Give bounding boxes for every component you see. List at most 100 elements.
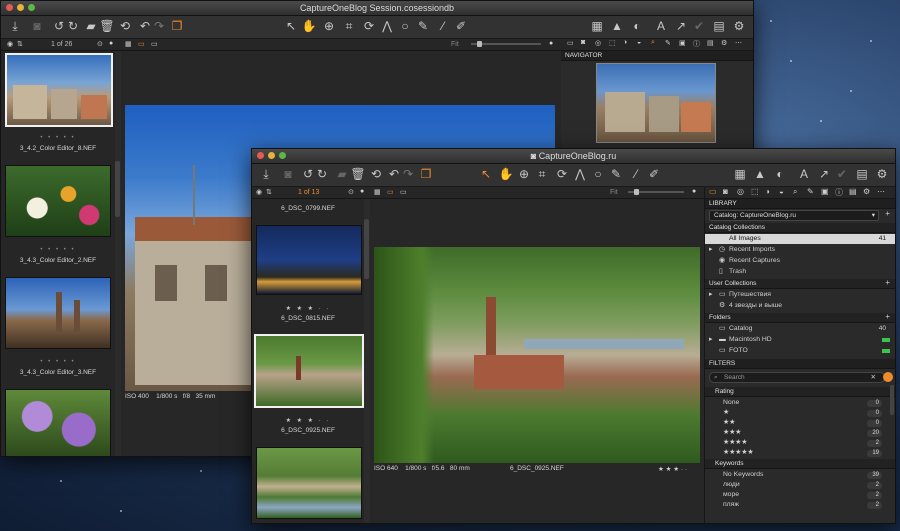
thumbnail-image[interactable]	[254, 334, 364, 408]
brush-icon[interactable]: ✎	[415, 18, 431, 34]
composition-tab-icon[interactable]: ⬚	[609, 39, 616, 47]
filmstrip-view-icon[interactable]: ▭	[387, 188, 394, 196]
exposure-warning-icon[interactable]: ▲	[752, 166, 768, 182]
eye-icon[interactable]: ◉	[7, 40, 13, 48]
metadata-tab-icon[interactable]: ⓘ	[835, 187, 843, 198]
keyword-filter-row[interactable]: люди 2	[705, 480, 895, 490]
loupe-icon[interactable]: ⊕	[516, 166, 532, 182]
loupe-icon[interactable]: ⊕	[321, 18, 337, 34]
output-tab-icon[interactable]: ▤	[707, 39, 714, 47]
rating-filter-header[interactable]: Rating	[705, 387, 895, 397]
import-icon[interactable]: ⤓	[7, 18, 23, 34]
library-header[interactable]: LIBRARY	[705, 199, 895, 209]
variants-icon[interactable]: ❐	[418, 166, 434, 182]
eyedropper-icon[interactable]: ✐	[646, 166, 662, 182]
reset-icon[interactable]: ⟲	[117, 18, 133, 34]
picker-icon[interactable]: ⁄	[628, 166, 644, 182]
rotate-tool-icon[interactable]: ⟳	[554, 166, 570, 182]
settings-icon[interactable]: ⚙	[731, 18, 747, 34]
thumbnail-image[interactable]	[256, 447, 362, 519]
share-icon[interactable]: ↗	[673, 18, 689, 34]
search-icon[interactable]: ⊙	[97, 40, 103, 48]
thumbnail-image[interactable]	[5, 165, 111, 237]
more-tab-icon[interactable]: ⋯	[735, 39, 742, 47]
user-icon[interactable]: ●	[109, 40, 113, 47]
crop-icon[interactable]: ⌗	[534, 166, 550, 182]
grid-view-icon[interactable]: ▦	[125, 40, 132, 48]
list-view-icon[interactable]: ▭	[400, 188, 407, 196]
picker-icon[interactable]: ⁄	[435, 18, 451, 34]
add-icon[interactable]: +	[885, 209, 890, 218]
spot-icon[interactable]: ○	[590, 166, 606, 182]
select-tool-icon[interactable]: ↖	[478, 166, 494, 182]
rating-filter-row[interactable]: ★ 0	[705, 408, 895, 418]
rating-filter-row[interactable]: ★★★★★ 19	[705, 448, 895, 458]
user-icon-right[interactable]: ●	[549, 40, 553, 47]
viewer-image[interactable]	[374, 247, 700, 463]
brush-icon[interactable]: ✎	[608, 166, 624, 182]
composition-tab-icon[interactable]: ⬚	[751, 187, 759, 196]
redo-icon[interactable]: ↷	[151, 18, 167, 34]
batch-tab-icon[interactable]: ⚙	[863, 187, 870, 196]
zoom-button[interactable]	[279, 152, 286, 159]
variants-icon[interactable]: ❐	[169, 18, 185, 34]
adjust-tab-icon[interactable]: ✎	[807, 187, 814, 196]
collection-item[interactable]: ◉ Recent Captures	[705, 256, 895, 266]
exposure-warning-icon[interactable]: ▲	[609, 18, 625, 34]
search-tab-icon[interactable]: ⌕	[793, 187, 797, 197]
text-icon[interactable]: A	[796, 166, 812, 182]
metadata-tab-icon[interactable]: ⓘ	[693, 39, 700, 49]
camera-icon[interactable]: ◙	[280, 166, 296, 182]
user-collection-item[interactable]: ⚙ 4 звезды и выше	[705, 301, 895, 311]
thumbnail-scrollbar[interactable]	[364, 219, 369, 279]
add-icon[interactable]: +	[885, 278, 890, 287]
grid-icon[interactable]: ▦	[732, 166, 748, 182]
pan-tool-icon[interactable]: ✋	[301, 18, 317, 34]
library-tab-icon[interactable]: ▭	[709, 187, 717, 196]
collection-item[interactable]: ▸ ◷ Recent Imports	[705, 245, 895, 255]
rating-filter-row[interactable]: None 0	[705, 398, 895, 408]
rating-filter-row[interactable]: ★★★★ 2	[705, 438, 895, 448]
adjust-tab-icon[interactable]: ✎	[665, 39, 671, 47]
thumbnail-image[interactable]	[256, 225, 362, 295]
zoom-button[interactable]	[28, 4, 35, 11]
disclosure-icon[interactable]: ▸	[709, 290, 712, 300]
clear-search-icon[interactable]: ✕	[871, 373, 876, 382]
more-tab-icon[interactable]: ⋯	[877, 187, 885, 196]
proof-icon[interactable]: ◐	[629, 18, 645, 34]
minimize-button[interactable]	[268, 152, 275, 159]
capture-tab-icon[interactable]: ◙	[723, 187, 728, 196]
print-icon[interactable]: ▤	[854, 166, 870, 182]
exposure-tab-icon[interactable]: ◒	[779, 187, 784, 196]
eyedropper-icon[interactable]: ✐	[453, 18, 469, 34]
list-view-icon[interactable]: ▭	[151, 40, 158, 48]
keystone-icon[interactable]: ⋀	[572, 166, 588, 182]
rating-dots[interactable]: • • • • •	[1, 135, 115, 141]
user-icon-right[interactable]: ●	[692, 188, 696, 195]
settings-icon[interactable]: ⚙	[874, 166, 890, 182]
reset-icon[interactable]: ⟲	[368, 166, 384, 182]
zoom-slider[interactable]	[471, 41, 541, 47]
rating-filter-row[interactable]: ★★★ 20	[705, 428, 895, 438]
share-icon[interactable]: ↗	[816, 166, 832, 182]
folder-icon[interactable]: ▰	[83, 18, 99, 34]
process-icon[interactable]: ✔	[834, 166, 850, 182]
grid-view-icon[interactable]: ▦	[374, 188, 381, 196]
collections-header[interactable]: Catalog Collections	[705, 223, 895, 233]
minimize-button[interactable]	[17, 4, 24, 11]
color-tab-icon[interactable]: ◑	[623, 39, 627, 46]
folders-header[interactable]: Folders	[705, 313, 895, 323]
rating-filter-row[interactable]: ★★ 0	[705, 418, 895, 428]
camera-icon[interactable]: ◙	[29, 18, 45, 34]
text-icon[interactable]: A	[653, 18, 669, 34]
filters-header[interactable]: FILTERS	[705, 359, 895, 369]
collection-item[interactable]: ▯ Trash	[705, 267, 895, 277]
trash-icon[interactable]: 🗑	[350, 166, 366, 182]
import-icon[interactable]: ⤓	[258, 166, 274, 182]
batch-tab-icon[interactable]: ⚙	[721, 39, 727, 47]
disclosure-icon[interactable]: ▸	[709, 245, 712, 255]
user-collection-item[interactable]: ▸ ▭ Путешествия	[705, 290, 895, 300]
output-tab-icon[interactable]: ▤	[849, 187, 857, 196]
thumbnail-image[interactable]	[5, 277, 111, 349]
filmstrip-view-icon[interactable]: ▭	[138, 40, 145, 48]
